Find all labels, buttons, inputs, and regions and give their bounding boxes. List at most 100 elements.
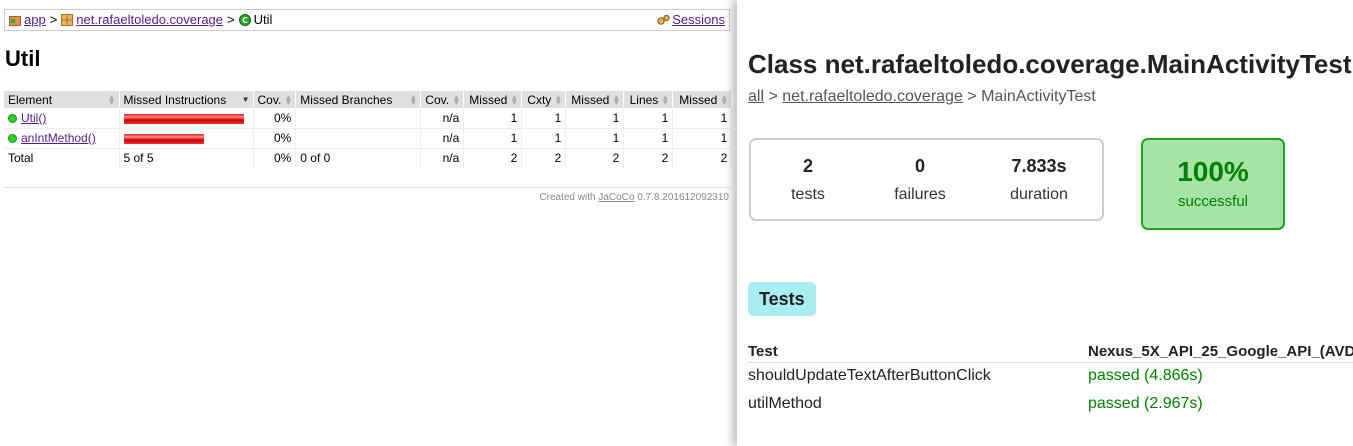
- branch-coverage-cell: n/a: [420, 108, 465, 129]
- sessions-link[interactable]: Sessions: [672, 12, 725, 27]
- breadcrumb-all-link[interactable]: all: [748, 88, 764, 105]
- cxty-cell: 1: [521, 108, 567, 129]
- instr-coverage-cell: 0%: [253, 128, 297, 149]
- method-icon: [8, 113, 17, 123]
- summary-box: 2 tests 0 failures 7.833s duration: [749, 138, 1104, 221]
- element-link-anintmethod[interactable]: anIntMethod(): [21, 131, 96, 145]
- col-header-element[interactable]: Element ▲ ▼: [4, 91, 120, 108]
- footer-version: 0.7.8.201612092310: [637, 192, 729, 203]
- missed-instructions-bar-cell: [119, 108, 254, 129]
- total-missed-lines: 2: [565, 148, 625, 168]
- lines-cell: 1: [623, 108, 674, 129]
- col-header-branch-coverage[interactable]: Cov. ▲ ▼: [420, 91, 465, 108]
- element-cell: anIntMethod(): [4, 128, 120, 149]
- breadcrumb-separator: >: [227, 12, 235, 27]
- col-header-cxty[interactable]: Cxty ▲ ▼: [521, 91, 567, 108]
- coverage-table: Element ▲ ▼ Missed Instructions ▼ Cov. ▲ ▼ Mi…: [4, 91, 733, 168]
- success-rate-box: 100% successful: [1141, 138, 1285, 230]
- missed-instructions-bar-cell: [119, 128, 254, 149]
- breadcrumb-current: MainActivityTest: [981, 88, 1096, 105]
- sessions-link-wrapper: Sessions: [657, 10, 725, 30]
- total-branch-coverage: n/a: [420, 148, 465, 168]
- footer-divider: [4, 187, 730, 188]
- element-cell: Util(): [4, 108, 120, 129]
- cxty-cell: 1: [521, 128, 567, 149]
- missed-branches-cell: [295, 108, 422, 129]
- tests-count: 2: [802, 156, 813, 176]
- jacoco-report-pane: app > net.rafaeltoledo.coverage > C Util S…: [0, 0, 737, 446]
- breadcrumb-separator: >: [768, 88, 778, 105]
- test-name: utilMethod: [748, 395, 822, 412]
- table-row: Util() 0% n/a 1 1 1 1 1: [4, 108, 733, 129]
- breadcrumb-current: Util: [253, 12, 273, 27]
- total-instr-coverage: 0%: [253, 148, 297, 168]
- tests-stat: 2 tests: [781, 156, 835, 204]
- missed-lines-cell: 1: [565, 128, 625, 149]
- footer-prefix: Created with: [539, 192, 596, 203]
- table-row: anIntMethod() 0% n/a 1 1 1 1 1: [4, 128, 733, 149]
- total-instructions: 5 of 5: [119, 148, 254, 168]
- missed-methods-cell: 1: [672, 128, 733, 149]
- failures-stat: 0 failures: [885, 156, 955, 204]
- breadcrumb: app > net.rafaeltoledo.coverage > C Util S…: [4, 9, 730, 31]
- test-result: passed (2.967s): [1088, 395, 1203, 412]
- col-header-missed-cxty[interactable]: Missed ▲ ▼: [463, 91, 523, 108]
- success-percent: 100%: [1177, 156, 1249, 187]
- sessions-gears-icon: [657, 12, 670, 25]
- class-icon: C: [238, 12, 251, 26]
- col-header-missed-methods[interactable]: Missed ▲ ▼: [672, 91, 733, 108]
- test-report-pane: Class net.rafaeltoledo.coverage.MainActi…: [737, 0, 1353, 446]
- breadcrumb-app-link[interactable]: app: [24, 12, 46, 27]
- tests-table-header: Test Nexus_5X_API_25_Google_API_(AVD): [748, 342, 1353, 363]
- breadcrumb: all > net.rafaeltoledo.coverage > MainAc…: [748, 88, 1096, 106]
- col-header-lines[interactable]: Lines ▲ ▼: [623, 91, 674, 108]
- test-row: utilMethod passed (2.967s): [748, 394, 1353, 420]
- page-title: Util: [5, 46, 41, 71]
- branch-coverage-cell: n/a: [420, 128, 465, 149]
- duration-stat: 7.833s duration: [999, 156, 1079, 204]
- breadcrumb-separator: >: [49, 12, 58, 27]
- col-header-missed-lines[interactable]: Missed ▲ ▼: [565, 91, 625, 108]
- coverage-bar: [123, 133, 204, 144]
- test-result: passed (4.866s): [1088, 367, 1203, 384]
- total-branches: 0 of 0: [295, 148, 422, 168]
- page-title: Class net.rafaeltoledo.coverage.MainActi…: [748, 49, 1352, 79]
- duration-label: duration: [1010, 186, 1068, 203]
- missed-cxty-cell: 1: [463, 108, 523, 129]
- breadcrumb-package-link[interactable]: net.rafaeltoledo.coverage: [782, 88, 963, 105]
- table-header-row: Element ▲ ▼ Missed Instructions ▼ Cov. ▲ ▼ Mi…: [4, 91, 733, 108]
- test-name: shouldUpdateTextAfterButtonClick: [748, 367, 991, 384]
- total-lines: 2: [623, 148, 674, 168]
- duration-value: 7.833s: [1011, 156, 1067, 176]
- total-missed-methods: 2: [672, 148, 733, 168]
- missed-cxty-cell: 1: [463, 128, 523, 149]
- total-label: Total: [4, 148, 120, 168]
- col-header-device: Nexus_5X_API_25_Google_API_(AVD): [1088, 343, 1353, 360]
- col-header-missed-instructions[interactable]: Missed Instructions ▼: [119, 91, 254, 108]
- success-label: successful: [1177, 193, 1249, 210]
- breadcrumb-separator: >: [967, 88, 977, 105]
- tab-tests[interactable]: Tests: [748, 282, 816, 316]
- app-folder-icon: [9, 12, 21, 26]
- failures-count: 0: [914, 156, 925, 176]
- instr-coverage-cell: 0%: [253, 108, 297, 129]
- col-header-instr-coverage[interactable]: Cov. ▲ ▼: [253, 91, 297, 108]
- test-row: shouldUpdateTextAfterButtonClick passed …: [748, 366, 1353, 392]
- tests-label: tests: [791, 186, 825, 203]
- footer: Created with JaCoCo 0.7.8.201612092310: [539, 192, 729, 203]
- missed-branches-cell: [295, 128, 422, 149]
- failures-label: failures: [894, 186, 946, 203]
- col-header-test: Test: [748, 343, 778, 360]
- jacoco-link[interactable]: JaCoCo: [598, 192, 634, 203]
- method-icon: [8, 134, 17, 143]
- total-row: Total 5 of 5 0% 0 of 0 n/a 2 2 2 2 2: [4, 148, 733, 168]
- total-missed-cxty: 2: [463, 148, 523, 168]
- svg-text:C: C: [242, 16, 248, 25]
- col-header-missed-branches[interactable]: Missed Branches ▲ ▼: [295, 91, 422, 108]
- lines-cell: 1: [623, 128, 674, 149]
- breadcrumb-package-link[interactable]: net.rafaeltoledo.coverage: [76, 12, 223, 27]
- coverage-bar: [123, 113, 244, 124]
- total-cxty: 2: [521, 148, 567, 168]
- package-icon: [61, 12, 74, 26]
- element-link-util[interactable]: Util(): [21, 111, 46, 125]
